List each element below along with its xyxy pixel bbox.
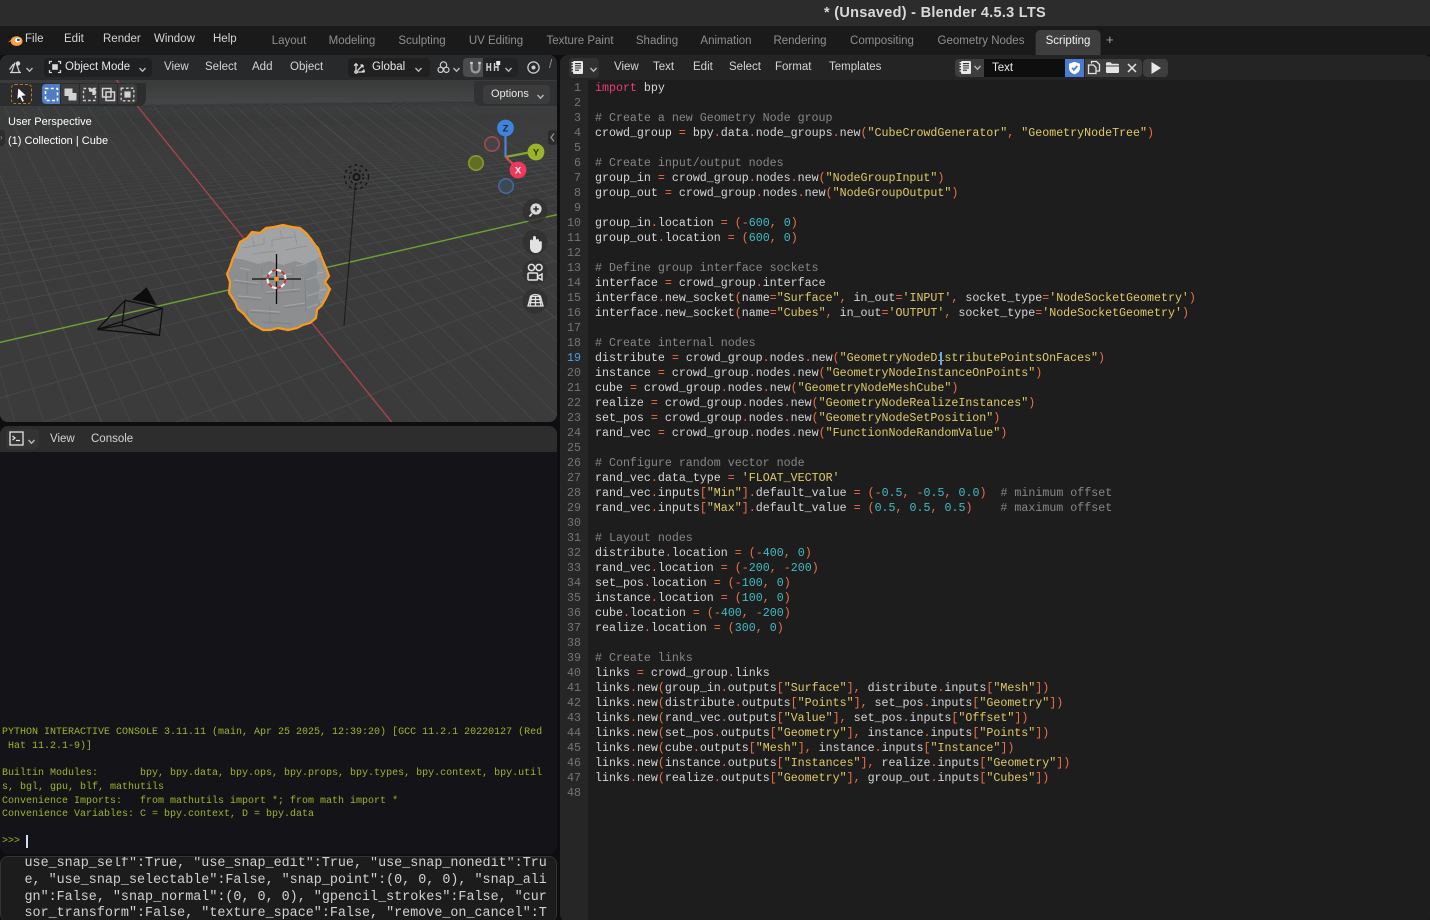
- svg-text:Y: Y: [533, 148, 540, 159]
- svg-text:Z: Z: [503, 124, 509, 135]
- svg-text:X: X: [515, 166, 522, 177]
